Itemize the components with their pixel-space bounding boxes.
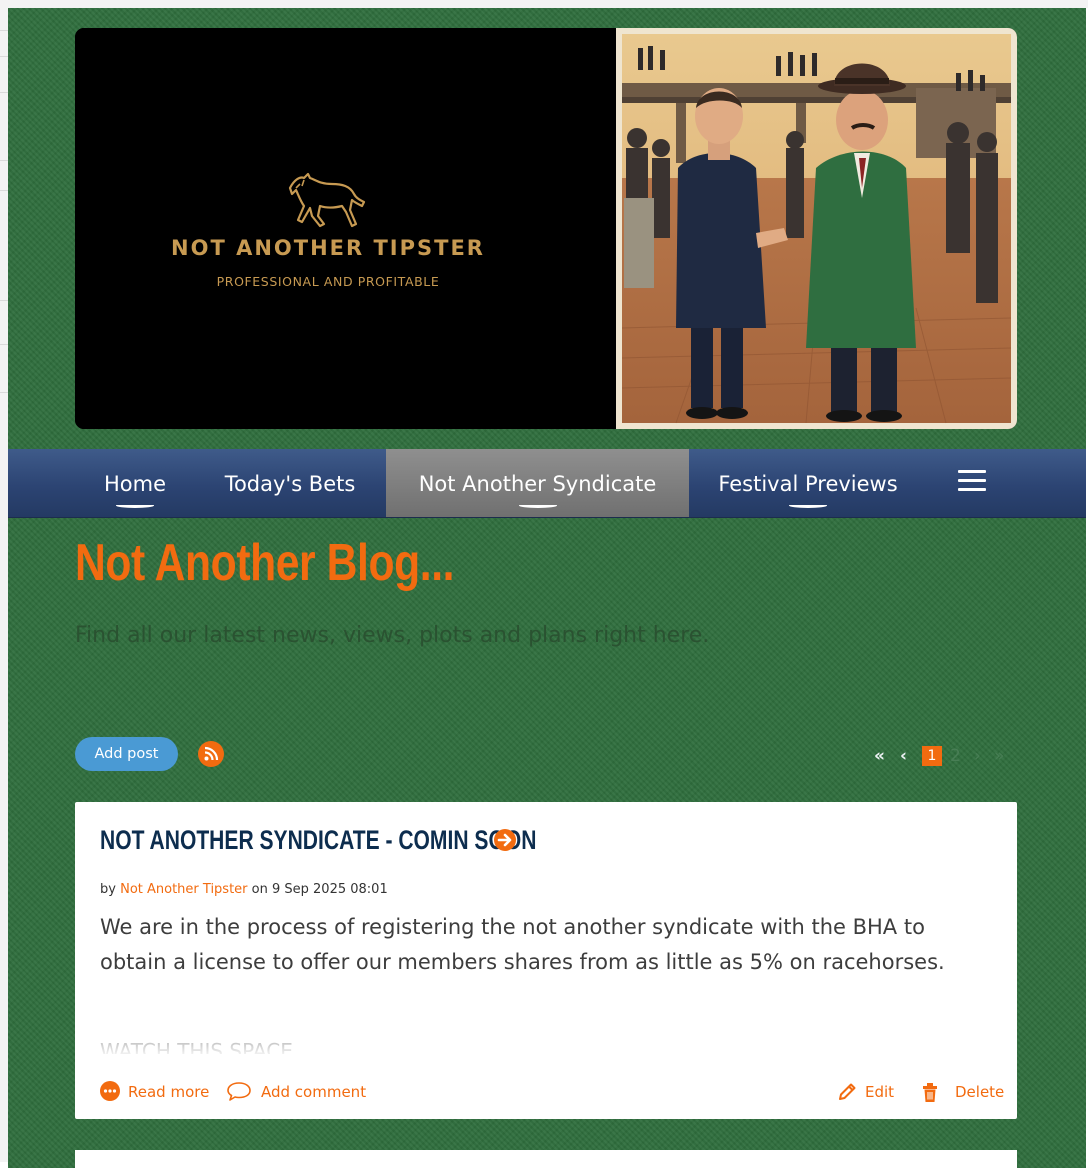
arrow-right-circle-icon[interactable]: [493, 828, 517, 852]
add-comment-link[interactable]: Add comment: [226, 1080, 366, 1104]
read-more-label: Read more: [128, 1083, 210, 1101]
nav-item-home[interactable]: Home: [94, 449, 176, 517]
rss-icon[interactable]: [198, 741, 224, 767]
post-teaser: WATCH THIS SPACE: [100, 1034, 500, 1054]
nav-indicator: [789, 503, 827, 508]
post-title[interactable]: NOT ANOTHER SYNDICATE - COMIN SOON: [100, 825, 536, 856]
next-page-button[interactable]: ›: [974, 745, 981, 767]
trash-icon: [923, 1083, 937, 1102]
delete-label: Delete: [955, 1083, 1005, 1101]
by-label: by: [100, 882, 116, 897]
window-left-edge: [0, 0, 8, 1162]
brand-name: NOT ANOTHER TIPSTER: [171, 236, 485, 260]
last-page-button[interactable]: »: [994, 745, 1004, 767]
edit-link[interactable]: Edit: [836, 1080, 896, 1104]
read-more-link[interactable]: Read more: [100, 1080, 210, 1104]
brand-tagline: PROFESSIONAL AND PROFITABLE: [216, 274, 440, 289]
page-subtitle: Find all our latest news, views, plots a…: [75, 623, 710, 648]
window-top-edge: [8, 0, 1088, 8]
current-page[interactable]: 1: [922, 746, 942, 766]
post-author-link[interactable]: Not Another Tipster: [120, 882, 247, 897]
nav-item-not-another-syndicate[interactable]: Not Another Syndicate: [386, 449, 689, 517]
post-excerpt: We are in the process of registering the…: [100, 915, 945, 974]
nav-item-label: Not Another Syndicate: [418, 472, 657, 496]
add-post-button[interactable]: Add post: [75, 737, 178, 771]
nav-indicator: [518, 503, 557, 508]
hero-illustration: [616, 28, 1017, 429]
comment-bubble-icon: [227, 1082, 251, 1101]
nav-item-label: Festival Previews: [718, 472, 898, 496]
edit-label: Edit: [865, 1083, 895, 1101]
hamburger-menu-icon[interactable]: [958, 470, 986, 494]
delete-link[interactable]: Delete: [921, 1080, 1005, 1104]
site-logo[interactable]: NOT ANOTHER TIPSTER PROFESSIONAL AND PRO…: [75, 28, 616, 429]
previous-page-button[interactable]: ‹: [900, 745, 907, 767]
page-background: NOT ANOTHER TIPSTER PROFESSIONAL AND PRO…: [8, 8, 1086, 1168]
post-date: on 9 Sep 2025 08:01: [251, 882, 388, 897]
post-meta: by Not Another Tipster on 9 Sep 2025 08:…: [100, 882, 388, 897]
first-page-button[interactable]: «: [874, 745, 885, 767]
pagination: « ‹ 1 2 › »: [874, 745, 1024, 767]
add-comment-label: Add comment: [261, 1083, 367, 1101]
nav-item-label: Today's Bets: [224, 472, 356, 496]
more-dots-icon: [100, 1081, 120, 1101]
page-2-link[interactable]: 2: [950, 745, 961, 767]
nav-item-todays-bets[interactable]: Today's Bets: [211, 449, 369, 517]
nav-item-festival-previews[interactable]: Festival Previews: [708, 449, 908, 517]
nav-indicator: [116, 503, 154, 508]
horse-logo-icon: [288, 172, 366, 228]
main-navigation: Home Today's Bets Not Another Syndicate …: [8, 449, 1086, 518]
header-banner: NOT ANOTHER TIPSTER PROFESSIONAL AND PRO…: [75, 28, 1017, 429]
pencil-icon: [839, 1083, 856, 1100]
page-title: Not Another Blog...: [75, 534, 455, 592]
nav-item-label: Home: [103, 472, 166, 496]
blog-post-card: NOT ANOTHER SYNDICATE - COMIN SOON by No…: [75, 802, 1017, 1119]
next-post-card: [75, 1150, 1017, 1168]
